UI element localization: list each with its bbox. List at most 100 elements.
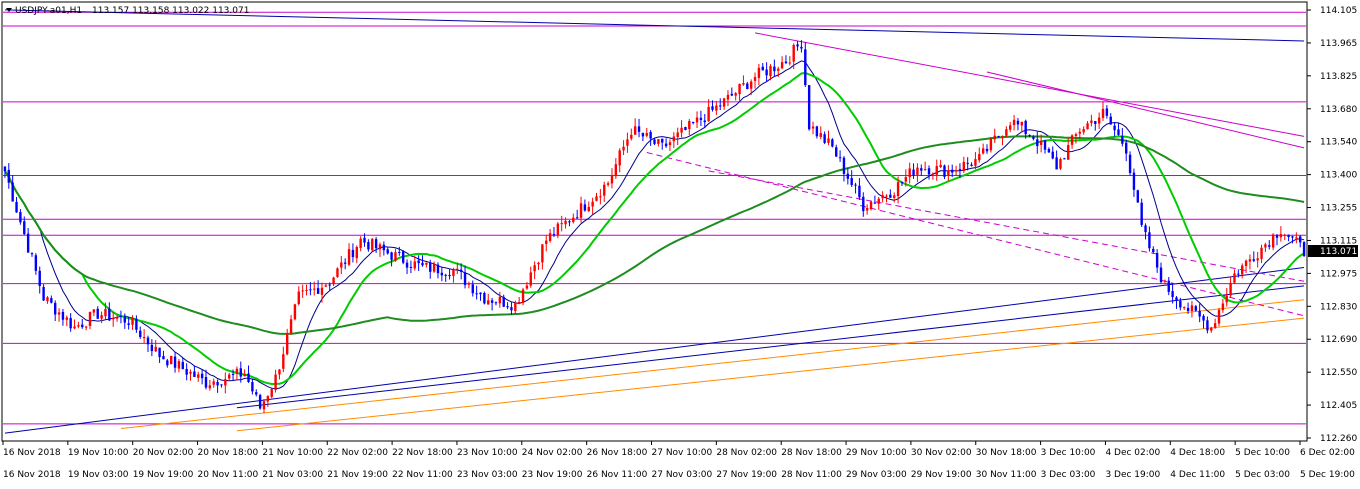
candle-body — [827, 138, 830, 143]
price-tick-label: 113.680 — [1320, 105, 1357, 115]
candle-body — [440, 272, 444, 276]
chart-window[interactable]: 114.105 113.965 113.825 113.680 113.540 113.4… — [0, 0, 1360, 485]
candle-body — [340, 262, 343, 268]
candle-body — [545, 240, 548, 244]
price-tick-label: 113.400 — [1320, 171, 1357, 181]
candle-body — [784, 61, 788, 64]
candle-body — [1155, 253, 1159, 268]
candle-body — [1121, 135, 1124, 144]
candle-bull — [336, 267, 339, 278]
candle-body — [742, 83, 745, 85]
candle-body — [1148, 232, 1151, 249]
candle-body — [958, 169, 962, 171]
candle-body — [452, 269, 455, 276]
candle-body — [463, 272, 467, 286]
candle-body — [753, 77, 757, 81]
candle-body — [599, 196, 602, 198]
candle-body — [255, 392, 258, 395]
candle-body — [649, 132, 652, 139]
candle-body — [212, 381, 215, 385]
candle-body — [1171, 291, 1174, 298]
candle-body — [989, 138, 993, 151]
candle-body — [591, 201, 594, 207]
candle-body — [216, 381, 219, 386]
candle-body — [390, 252, 393, 260]
time-tick-label: 26 Nov 18:00 — [587, 448, 648, 458]
candle-body — [811, 126, 815, 129]
candle-body — [981, 148, 985, 154]
candle-body — [525, 285, 529, 289]
candle-body — [1090, 120, 1093, 123]
candle-body — [1152, 248, 1155, 253]
candle-body — [1163, 280, 1167, 282]
candle-body — [351, 249, 355, 258]
candle-bear — [1128, 151, 1132, 176]
candle-body — [386, 249, 389, 254]
candle-body — [603, 184, 606, 196]
candle-body — [807, 85, 811, 130]
candle-body — [587, 207, 590, 212]
candle-body — [1233, 273, 1236, 283]
candle-body — [788, 62, 792, 64]
candle-body — [57, 312, 61, 315]
candle-body — [401, 251, 405, 263]
candle-body — [189, 371, 192, 374]
candle-body — [1210, 327, 1213, 331]
time-tick-label: 5 Dec 10:00 — [1235, 448, 1290, 458]
candle-body — [274, 374, 277, 390]
candle-body — [100, 315, 103, 319]
candle-body — [135, 318, 138, 330]
candle-body — [1024, 120, 1027, 135]
candle-body — [92, 309, 96, 313]
candle-body — [572, 217, 575, 223]
time-tick-label-lower: 22 Nov 11:00 — [392, 470, 453, 480]
candle-body — [467, 283, 471, 285]
candle-body — [1067, 145, 1070, 160]
price-chart[interactable]: 114.105 113.965 113.825 113.680 113.540 113.4… — [0, 0, 1360, 485]
candle-bull — [371, 237, 374, 252]
candle-body — [1047, 148, 1051, 153]
time-tick-label: 24 Nov 02:00 — [522, 448, 583, 458]
symbol-label: USDJPY-a01,H1 — [15, 6, 82, 16]
candle-body — [224, 379, 227, 386]
candle-body — [927, 168, 931, 175]
ohlc-values: 113.157 113.158 113.022 113.071 — [92, 6, 249, 16]
price-tick-label: 113.965 — [1320, 39, 1357, 49]
time-tick-label: 30 Nov 18:00 — [976, 448, 1037, 458]
candle-body — [235, 368, 239, 374]
candle-body — [1248, 259, 1252, 262]
candle-body — [804, 49, 807, 86]
candle-body — [1194, 306, 1198, 311]
candle-body — [896, 182, 900, 197]
candle-body — [935, 166, 938, 175]
candle-bear — [684, 126, 687, 131]
candle-body — [858, 185, 861, 198]
candle-body — [1198, 310, 1201, 317]
candle-body — [537, 262, 540, 265]
candle-body — [1012, 119, 1016, 126]
candle-body — [459, 269, 463, 272]
candle-body — [1241, 265, 1244, 275]
time-tick-label-lower: 3 Dec 03:00 — [1041, 470, 1096, 480]
time-tick-label: 30 Nov 02:00 — [911, 448, 972, 458]
time-tick-label: 28 Nov 02:00 — [716, 448, 777, 458]
time-tick-label-lower: 30 Nov 11:00 — [976, 470, 1037, 480]
time-tick-label-lower: 26 Nov 11:00 — [587, 470, 648, 480]
candle-body — [951, 169, 954, 173]
candle-body — [1268, 245, 1271, 247]
candle-body — [637, 126, 641, 132]
candle-body — [846, 173, 850, 179]
candle-body — [1283, 234, 1286, 236]
candle-body — [1256, 258, 1259, 261]
candle-bear — [401, 250, 405, 265]
candle-body — [77, 325, 80, 327]
candle-body — [1217, 309, 1221, 324]
current-price-label: 113.071 — [1320, 247, 1357, 257]
candle-body — [1299, 236, 1302, 243]
candle-body — [197, 374, 200, 378]
candle-body — [84, 326, 88, 328]
time-tick-label: 6 Dec 02:00 — [1300, 448, 1355, 458]
candle-body — [838, 157, 842, 159]
candle-body — [1028, 134, 1031, 136]
candle-body — [746, 83, 749, 90]
